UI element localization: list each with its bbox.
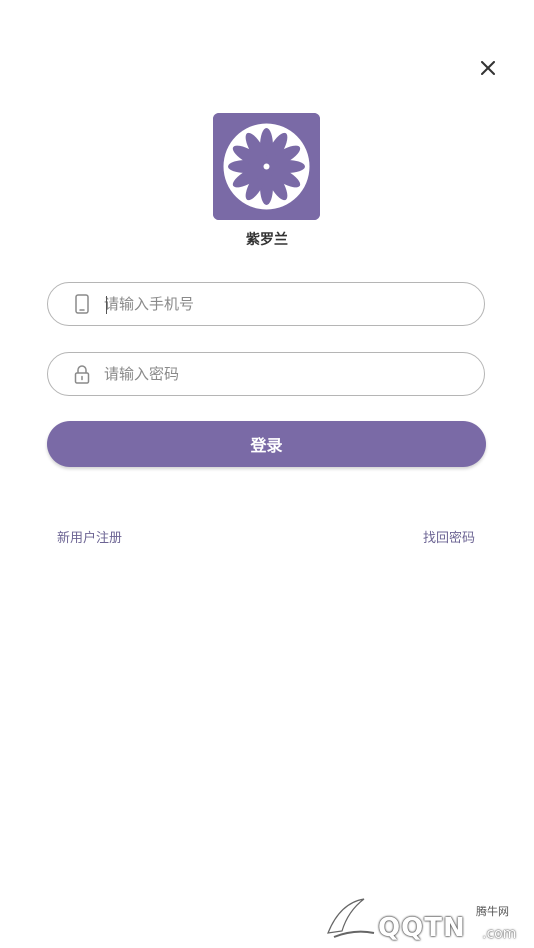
phone-icon: [72, 293, 92, 315]
app-name: 紫罗兰: [246, 232, 288, 248]
close-button[interactable]: [476, 56, 500, 80]
lock-icon: [72, 363, 92, 385]
flower-logo-icon: [213, 113, 320, 220]
app-logo: [213, 113, 320, 220]
phone-input[interactable]: [104, 289, 464, 319]
register-link[interactable]: 新用户注册: [57, 527, 122, 546]
password-field[interactable]: [47, 352, 485, 396]
watermark-brand: QQTN: [378, 913, 466, 943]
login-button[interactable]: 登录: [47, 421, 486, 467]
watermark-site-name: 腾牛网: [476, 905, 509, 918]
watermark: 腾牛网 QQTN .com: [320, 893, 530, 945]
watermark-swoosh-icon: [327, 898, 375, 938]
password-input[interactable]: [104, 359, 464, 389]
phone-field[interactable]: [47, 282, 485, 326]
text-cursor: [106, 296, 107, 314]
forgot-password-link[interactable]: 找回密码: [423, 527, 475, 546]
watermark-domain: .com: [482, 926, 517, 942]
close-icon: [481, 61, 495, 75]
